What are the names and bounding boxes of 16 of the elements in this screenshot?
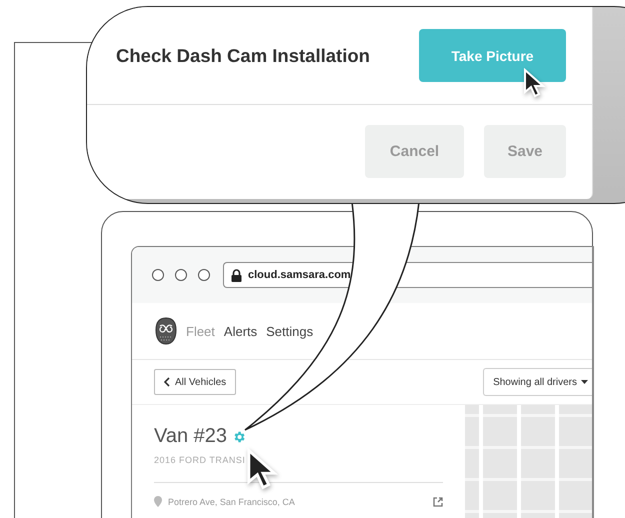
- driver-filter-dropdown[interactable]: Showing all drivers: [483, 368, 592, 396]
- window-control-icon[interactable]: [198, 269, 210, 281]
- nav-tab[interactable]: Settings: [266, 324, 314, 338]
- window-control-icon[interactable]: [175, 269, 187, 281]
- window-control-icon[interactable]: [152, 269, 164, 281]
- vehicle-name: Van #23: [154, 425, 228, 448]
- back-button[interactable]: All Vehicles: [154, 369, 236, 395]
- dialog-title: Check Dash Cam Installation: [116, 44, 370, 66]
- lock-icon: [231, 268, 242, 282]
- chevron-left-icon: [164, 377, 170, 387]
- external-link-icon[interactable]: [433, 496, 443, 506]
- caret-icon: [581, 380, 588, 384]
- location-pin-icon: [154, 496, 162, 507]
- nav-tab[interactable]: Alerts: [224, 324, 258, 338]
- owl-logo-icon: [155, 317, 177, 345]
- vehicle-location: Potrero Ave, San Francisco, CA: [168, 496, 296, 506]
